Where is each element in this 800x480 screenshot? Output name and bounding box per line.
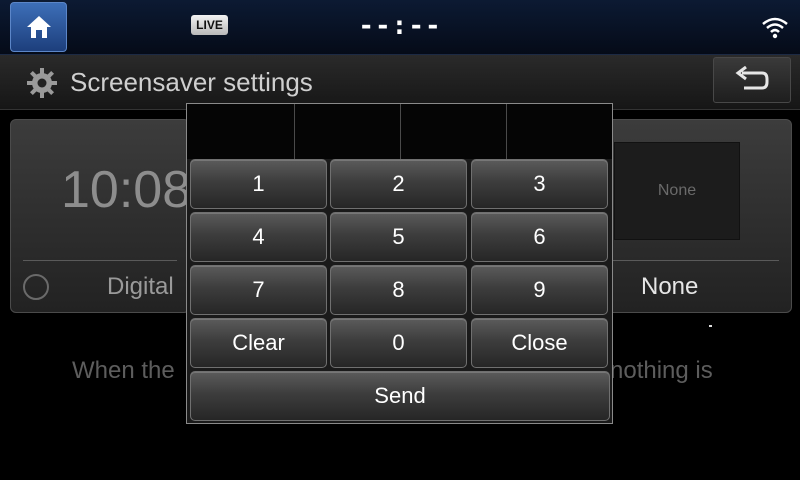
digital-label: Digital (107, 273, 174, 300)
digital-radio-button[interactable] (23, 274, 49, 300)
key-7[interactable]: 7 (190, 265, 327, 315)
description-left: When the (72, 357, 175, 384)
home-button[interactable] (10, 2, 67, 52)
wifi-icon (762, 17, 788, 39)
live-badge: LIVE (191, 15, 228, 35)
keypad-display (187, 104, 612, 159)
key-2[interactable]: 2 (330, 159, 467, 209)
digital-clock-preview: 10:08 (61, 161, 192, 219)
key-6[interactable]: 6 (471, 212, 608, 262)
digital-screensaver-card[interactable]: 10:08 Digital (10, 119, 192, 313)
page-title: Screensaver settings (70, 67, 313, 97)
status-bar: LIVE --:-- (0, 0, 800, 55)
key-0[interactable]: 0 (330, 318, 467, 368)
back-arrow-icon (735, 66, 769, 90)
key-8[interactable]: 8 (330, 265, 467, 315)
none-preview: None (614, 142, 740, 240)
tick-mark (709, 325, 712, 327)
back-button[interactable] (713, 57, 791, 103)
gear-icon (27, 68, 57, 98)
numeric-keypad: 1 2 3 4 5 6 7 8 9 Clear 0 Close Send (186, 103, 613, 424)
card-divider (23, 260, 177, 261)
clear-button[interactable]: Clear (190, 318, 327, 368)
close-button[interactable]: Close (471, 318, 608, 368)
clock: --:-- (358, 11, 442, 41)
description-right: nothing is (610, 357, 713, 384)
home-icon (26, 16, 51, 38)
key-5[interactable]: 5 (330, 212, 467, 262)
key-9[interactable]: 9 (471, 265, 608, 315)
key-3[interactable]: 3 (471, 159, 608, 209)
title-bar: Screensaver settings (0, 55, 800, 110)
send-button[interactable]: Send (190, 371, 610, 421)
none-label: None (641, 273, 699, 300)
key-4[interactable]: 4 (190, 212, 327, 262)
key-1[interactable]: 1 (190, 159, 327, 209)
